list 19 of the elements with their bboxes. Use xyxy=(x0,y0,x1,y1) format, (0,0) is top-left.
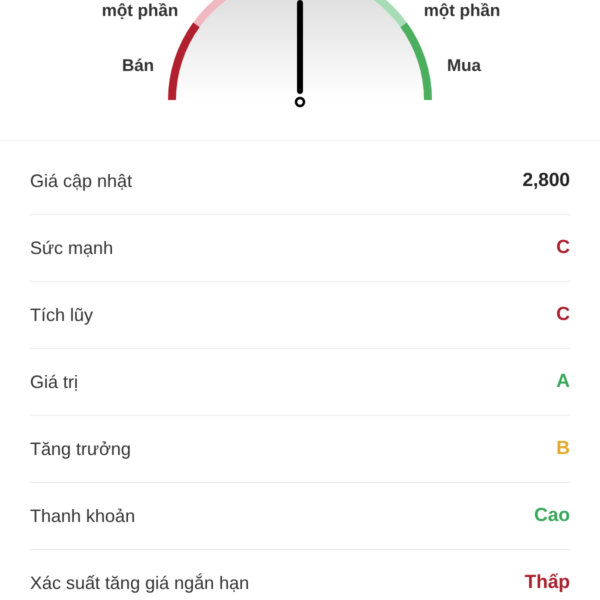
metric-value: C xyxy=(556,237,570,259)
metric-label: Xác suất tăng giá ngắn hạn xyxy=(30,572,250,594)
metric-label: Giá cập nhật xyxy=(30,170,132,192)
metric-value: C xyxy=(556,304,570,326)
metric-label: Tăng trưởng xyxy=(30,438,131,460)
metric-label: Tích lũy xyxy=(30,304,94,326)
metric-value: B xyxy=(556,438,570,460)
metric-label: Thanh khoản xyxy=(30,506,136,526)
metric-value: A xyxy=(556,371,570,393)
metric-value: Thấp xyxy=(524,572,570,594)
metric-value: 2,800 xyxy=(522,170,570,192)
metric-value: Cao xyxy=(534,505,570,527)
gauge-label: một phần xyxy=(424,1,500,20)
gauge-label: Mua xyxy=(447,56,481,75)
metric-label: Giá trị xyxy=(30,372,78,392)
needle-pivot xyxy=(294,96,306,108)
metric-label: Sức mạnh xyxy=(30,238,114,258)
gauge-label: một phần xyxy=(102,1,178,20)
gauge-label: Bán xyxy=(122,56,154,75)
